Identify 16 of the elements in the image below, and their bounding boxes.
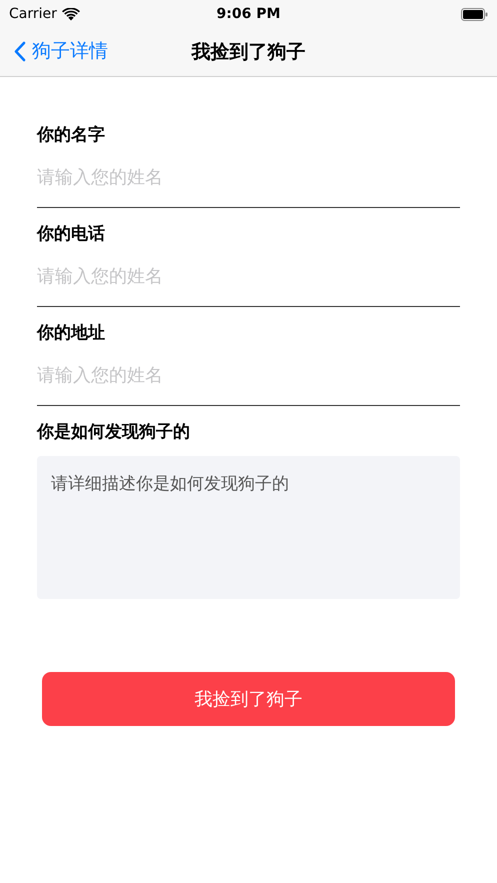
submit-button[interactable]: 我捡到了狗子 [42,672,455,726]
input-field[interactable]: 请输入您的姓名 [37,248,460,304]
back-button[interactable]: 狗子详情 [14,37,108,66]
clock-text: 9:06 PM [216,4,280,24]
chevron-left-icon [14,40,26,62]
description-field[interactable]: 请详细描述你是如何发现狗子的 [37,456,460,599]
carrier-text: Carrier [9,4,57,24]
field-label: 你是如何发现狗子的 [37,421,191,444]
input-field[interactable]: 请输入您的姓名 [37,149,460,205]
wifi-icon [62,8,80,20]
field-label: 你的地址 [37,322,106,345]
nav-title: 我捡到了狗子 [192,40,306,65]
field-label: 你的电话 [37,223,106,246]
input-field[interactable]: 请输入您的姓名 [37,347,460,403]
battery-icon [460,8,488,20]
field-label: 你的名字 [37,124,106,147]
